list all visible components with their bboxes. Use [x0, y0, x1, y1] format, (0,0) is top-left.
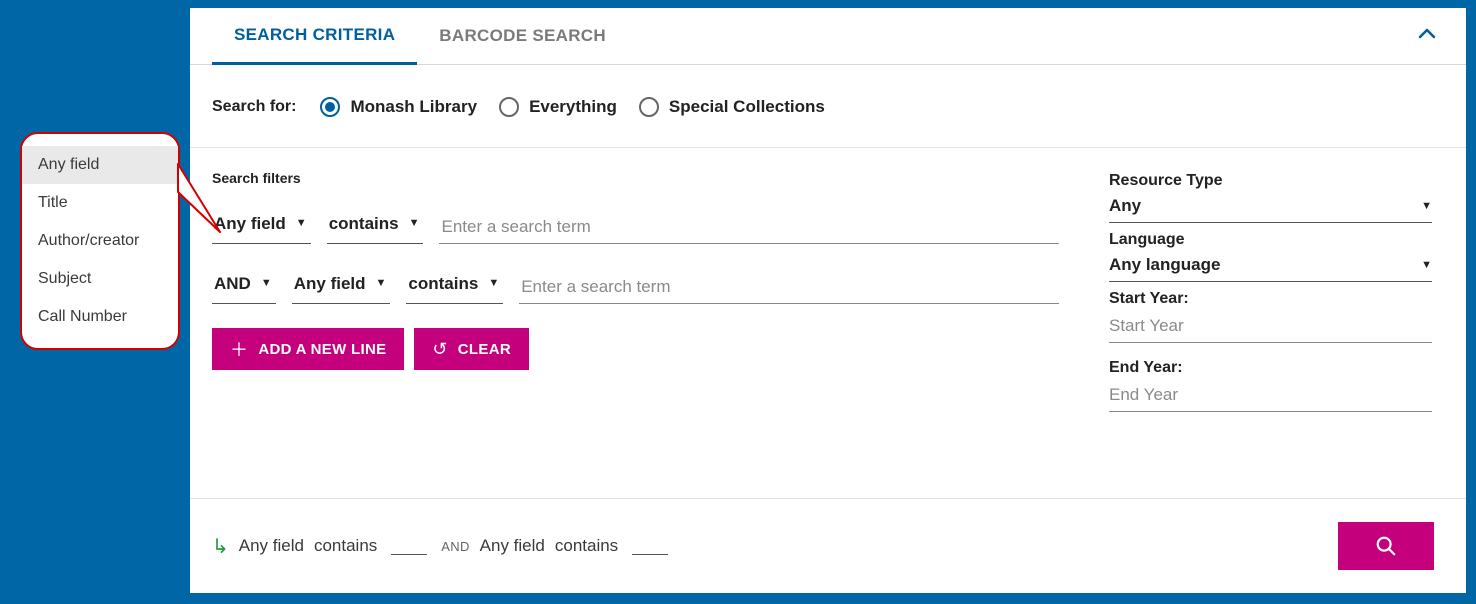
field-dropdown[interactable]: Any field ▼: [292, 268, 391, 304]
resource-type-dropdown[interactable]: Any ▼: [1109, 190, 1432, 223]
dropdown-value: Any field: [294, 274, 366, 294]
search-term-input[interactable]: [519, 271, 1059, 304]
summary-and: AND: [441, 539, 469, 554]
caret-down-icon: ▼: [409, 217, 420, 229]
bottom-bar: ↳ Any field contains AND Any field conta…: [190, 498, 1466, 593]
dropdown-value: Any language: [1109, 255, 1220, 275]
dropdown-option-subject[interactable]: Subject: [22, 260, 178, 298]
summary-text: Any field: [239, 536, 304, 556]
tab-barcode-search[interactable]: BARCODE SEARCH: [417, 8, 628, 65]
dropdown-option-author[interactable]: Author/creator: [22, 222, 178, 260]
resource-type-label: Resource Type: [1109, 172, 1432, 190]
blank-slot: [632, 537, 668, 555]
field-dropdown-menu: Any field Title Author/creator Subject C…: [20, 132, 180, 350]
dropdown-option-title[interactable]: Title: [22, 184, 178, 222]
button-row: ＋ ADD A NEW LINE ↺ CLEAR: [212, 328, 1059, 370]
search-button[interactable]: [1338, 522, 1434, 570]
operator-dropdown[interactable]: contains ▼: [327, 208, 424, 244]
callout-pointer-icon: [168, 152, 238, 252]
radio-unselected-icon: [639, 97, 659, 117]
return-arrow-icon: ↳: [212, 534, 229, 559]
chevron-up-icon[interactable]: [1418, 26, 1436, 43]
language-dropdown[interactable]: Any language ▼: [1109, 249, 1432, 282]
caret-down-icon: ▼: [1421, 200, 1432, 212]
caret-down-icon: ▼: [376, 277, 387, 289]
summary-text: contains: [314, 536, 377, 556]
tab-search-criteria[interactable]: SEARCH CRITERIA: [212, 8, 417, 65]
dropdown-value: contains: [329, 214, 399, 234]
caret-down-icon: ▼: [296, 217, 307, 229]
filter-row-1: Any field ▼ contains ▼: [212, 208, 1059, 244]
filter-row-2: AND ▼ Any field ▼ contains ▼: [212, 268, 1059, 304]
search-filters-title: Search filters: [212, 170, 1059, 186]
language-label: Language: [1109, 231, 1432, 249]
start-year-input[interactable]: [1109, 308, 1432, 343]
radio-unselected-icon: [499, 97, 519, 117]
dropdown-option-callnumber[interactable]: Call Number: [22, 298, 178, 336]
dropdown-option-any-field[interactable]: Any field: [22, 146, 178, 184]
end-year-label: End Year:: [1109, 359, 1432, 377]
summary-text: contains: [555, 536, 618, 556]
caret-down-icon: ▼: [261, 277, 272, 289]
search-term-input[interactable]: [439, 211, 1059, 244]
tabs-bar: SEARCH CRITERIA BARCODE SEARCH: [190, 8, 1466, 65]
start-year-label: Start Year:: [1109, 290, 1432, 308]
radio-label: Everything: [529, 97, 617, 117]
query-summary: ↳ Any field contains AND Any field conta…: [212, 534, 672, 559]
clear-button[interactable]: ↺ CLEAR: [414, 328, 529, 370]
dropdown-value: AND: [214, 274, 251, 294]
side-column: Resource Type Any ▼ Language Any languag…: [1109, 170, 1444, 426]
summary-text: Any field: [480, 536, 545, 556]
operator-dropdown[interactable]: contains ▼: [406, 268, 503, 304]
button-label: CLEAR: [458, 341, 511, 358]
search-scope-row: Search for: Monash Library Everything Sp…: [190, 65, 1466, 148]
search-panel: SEARCH CRITERIA BARCODE SEARCH Search fo…: [190, 8, 1466, 593]
plus-icon: ＋: [230, 336, 248, 362]
radio-label: Monash Library: [350, 97, 477, 117]
filters-column: Search filters Any field ▼ contains ▼ AN…: [212, 170, 1059, 426]
search-icon: [1375, 535, 1397, 557]
add-new-line-button[interactable]: ＋ ADD A NEW LINE: [212, 328, 404, 370]
radio-label: Special Collections: [669, 97, 825, 117]
mid-section: Search filters Any field ▼ contains ▼ AN…: [190, 148, 1466, 448]
button-label: ADD A NEW LINE: [258, 341, 386, 358]
boolean-dropdown[interactable]: AND ▼: [212, 268, 276, 304]
end-year-input[interactable]: [1109, 377, 1432, 412]
undo-icon: ↺: [432, 339, 447, 360]
dropdown-value: contains: [408, 274, 478, 294]
blank-slot: [391, 537, 427, 555]
radio-everything[interactable]: Everything: [499, 97, 617, 117]
caret-down-icon: ▼: [1421, 259, 1432, 271]
radio-selected-icon: [320, 97, 340, 117]
search-for-label: Search for:: [212, 98, 296, 116]
radio-monash-library[interactable]: Monash Library: [320, 97, 477, 117]
radio-special-collections[interactable]: Special Collections: [639, 97, 825, 117]
caret-down-icon: ▼: [488, 277, 499, 289]
dropdown-value: Any: [1109, 196, 1141, 216]
